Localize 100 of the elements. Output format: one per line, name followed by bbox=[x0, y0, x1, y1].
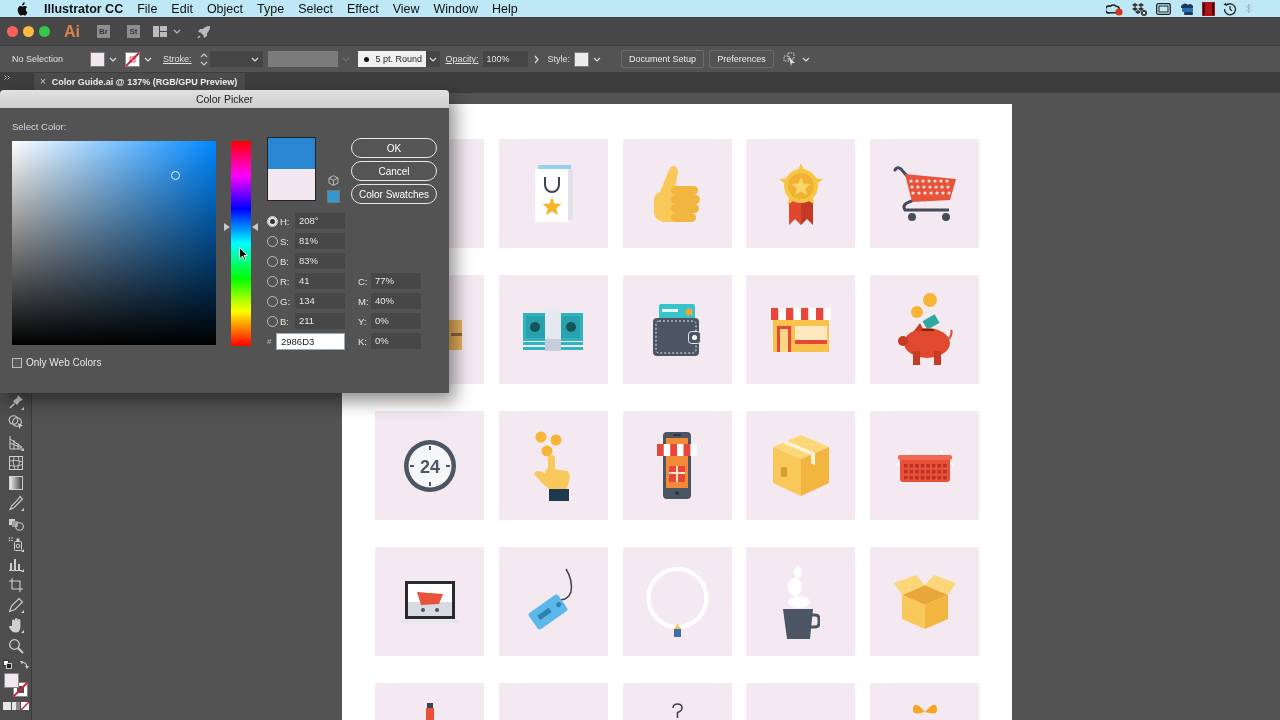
history-icon[interactable] bbox=[1223, 1, 1237, 16]
clock-number: 24 bbox=[419, 456, 440, 476]
color-swatch-icon[interactable] bbox=[327, 190, 340, 203]
dialog-button[interactable]: OK bbox=[351, 138, 437, 158]
perspective-grid-icon[interactable] bbox=[7, 434, 24, 451]
artboard-icon[interactable] bbox=[7, 576, 24, 593]
stock-button[interactable]: St bbox=[127, 25, 140, 38]
spinner-arrows-icon[interactable] bbox=[199, 51, 208, 67]
hue-field[interactable]: 208° bbox=[295, 213, 345, 229]
close-window-button[interactable] bbox=[7, 26, 18, 37]
gradient-mode-icon[interactable] bbox=[11, 701, 20, 710]
menu-item[interactable]: Help bbox=[491, 1, 518, 16]
field-label: C: bbox=[358, 275, 369, 287]
opacity-link[interactable]: Opacity: bbox=[445, 54, 479, 64]
bottle-icon bbox=[425, 703, 434, 720]
banknotes-icon bbox=[523, 308, 584, 351]
menu-item[interactable]: View bbox=[392, 1, 420, 16]
apple-icon[interactable] bbox=[16, 1, 28, 16]
stroke-weight-field[interactable] bbox=[209, 51, 263, 67]
app-menu[interactable]: Illustrator CC bbox=[44, 1, 124, 16]
opacity-field[interactable]: 100% bbox=[482, 51, 528, 67]
menu-item[interactable]: Effect bbox=[346, 1, 379, 16]
style-label: Style: bbox=[547, 54, 571, 64]
style-swatch[interactable] bbox=[574, 51, 590, 67]
pin-icon[interactable] bbox=[7, 394, 24, 410]
necklace-icon bbox=[645, 566, 709, 637]
spray-can-icon[interactable] bbox=[7, 536, 24, 553]
piggy-bank-icon bbox=[895, 293, 954, 366]
swap-icon[interactable] bbox=[19, 659, 29, 669]
shopping-bag-icon bbox=[533, 165, 574, 222]
hue-slider-handle[interactable] bbox=[224, 223, 258, 232]
knife-icon[interactable] bbox=[7, 596, 24, 613]
default-colors-icon[interactable] bbox=[2, 659, 12, 669]
color-field[interactable] bbox=[12, 141, 216, 345]
fill-stroke-icon[interactable] bbox=[3, 672, 28, 697]
dialog-button[interactable]: Color Swatches bbox=[351, 184, 437, 204]
none-mode-icon[interactable] bbox=[20, 701, 29, 710]
menu-item[interactable]: Select bbox=[298, 1, 333, 16]
checkbox[interactable] bbox=[12, 357, 22, 368]
zoom-icon[interactable] bbox=[7, 637, 24, 654]
rocket-icon[interactable] bbox=[197, 24, 211, 39]
shape-builder-icon[interactable] bbox=[7, 414, 24, 431]
field-label: R: bbox=[280, 275, 291, 287]
storefront-icon bbox=[770, 307, 831, 352]
bridge-button[interactable]: Br bbox=[97, 25, 110, 38]
saturation-field[interactable]: 81% bbox=[295, 233, 345, 249]
rgb-value-field[interactable]: 41 bbox=[295, 273, 345, 289]
menu-item[interactable]: File bbox=[137, 1, 158, 16]
stroke-swatch[interactable] bbox=[125, 51, 141, 67]
cmyk-value-field[interactable]: 0% bbox=[371, 333, 421, 349]
minimize-window-button[interactable] bbox=[23, 26, 34, 37]
rgb-value-field[interactable]: 134 bbox=[295, 293, 345, 309]
brush-dropdown[interactable]: 5 pt. Round bbox=[357, 51, 426, 67]
app-logo: Ai bbox=[64, 22, 80, 41]
mesh-icon[interactable] bbox=[7, 454, 24, 471]
menu-item[interactable]: Edit bbox=[171, 1, 193, 16]
fill-swatch[interactable] bbox=[90, 51, 106, 67]
menu-item[interactable]: Window bbox=[433, 1, 478, 16]
field-label: K: bbox=[358, 335, 368, 347]
field-label: M: bbox=[358, 295, 370, 307]
gradient-icon[interactable] bbox=[7, 475, 24, 492]
hand-icon[interactable] bbox=[7, 617, 24, 634]
coffee-cup-icon bbox=[781, 564, 821, 639]
menu-item[interactable]: Object bbox=[206, 1, 244, 16]
hex-field[interactable]: 2986D3 bbox=[276, 332, 345, 350]
menu-item[interactable]: Type bbox=[257, 1, 285, 16]
arrange-icon[interactable] bbox=[782, 52, 798, 66]
bar-chart-icon[interactable] bbox=[7, 556, 24, 573]
cloud-badge-icon[interactable] bbox=[1106, 1, 1123, 16]
field-label: S: bbox=[280, 235, 290, 247]
film-icon[interactable] bbox=[1202, 1, 1215, 16]
phone-shop-icon bbox=[657, 432, 697, 499]
caret-icon[interactable] bbox=[173, 29, 181, 34]
rgb-value-field[interactable]: 211 bbox=[295, 313, 345, 329]
brightness-field[interactable]: 83% bbox=[295, 253, 345, 269]
cmyk-value-field[interactable]: 40% bbox=[371, 293, 421, 309]
laptop-cart-icon bbox=[400, 580, 459, 623]
document-tab[interactable]: × Color Guide.ai @ 137% (RGB/GPU Preview) bbox=[34, 73, 246, 90]
cube-icon[interactable] bbox=[328, 175, 339, 186]
dialog-button[interactable]: Cancel bbox=[351, 161, 437, 181]
double-chevron-icon[interactable] bbox=[4, 75, 11, 80]
layout-icon[interactable] bbox=[153, 26, 167, 37]
chevron-right-icon[interactable] bbox=[533, 54, 539, 64]
cmyk-value-field[interactable]: 0% bbox=[371, 313, 421, 329]
hex-label: # bbox=[267, 336, 273, 346]
checkbox-label: Only Web Colors bbox=[26, 357, 102, 368]
layers-icon[interactable] bbox=[1179, 1, 1194, 16]
display-icon[interactable] bbox=[1156, 2, 1171, 15]
wallet-icon bbox=[653, 303, 701, 356]
zoom-window-button[interactable] bbox=[39, 26, 50, 37]
cardboard-box-icon bbox=[772, 435, 829, 496]
eyedropper-icon[interactable] bbox=[7, 495, 24, 512]
stroke-link[interactable]: Stroke: bbox=[163, 54, 192, 64]
close-tab-button[interactable]: × bbox=[40, 76, 46, 87]
stacked-diamonds-icon[interactable] bbox=[1131, 1, 1148, 16]
toolbar-button[interactable]: Document Setup bbox=[621, 50, 705, 68]
card-icon bbox=[449, 320, 462, 350]
toolbar-button[interactable]: Preferences bbox=[709, 50, 774, 68]
color-mode-icon[interactable] bbox=[2, 701, 11, 710]
cmyk-value-field[interactable]: 77% bbox=[371, 273, 421, 289]
